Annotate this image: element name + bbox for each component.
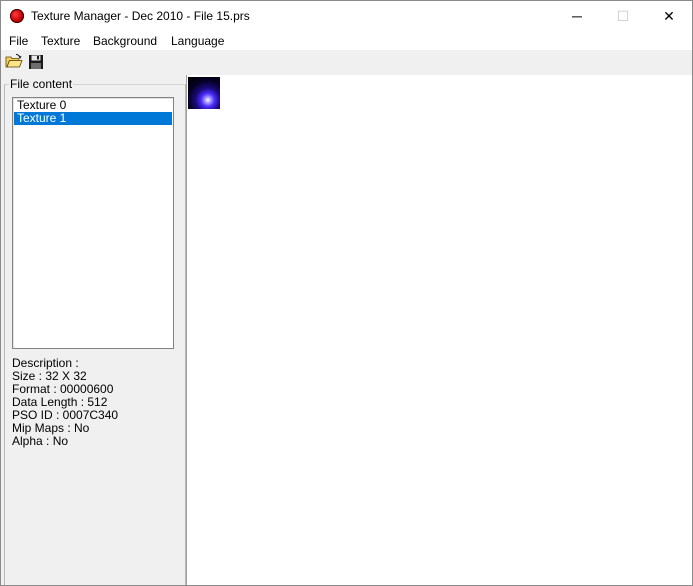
texture-list[interactable]: Texture 0 Texture 1 bbox=[12, 97, 174, 349]
toolbar bbox=[1, 50, 692, 75]
app-window: Texture Manager - Dec 2010 - File 15.prs… bbox=[0, 0, 693, 586]
group-label: File content bbox=[9, 77, 74, 91]
menu-background[interactable]: Background bbox=[93, 34, 157, 48]
save-disk-icon[interactable] bbox=[27, 53, 45, 71]
list-item-texture-1[interactable]: Texture 1 bbox=[14, 112, 172, 125]
title-bar[interactable]: Texture Manager - Dec 2010 - File 15.prs… bbox=[1, 1, 692, 31]
alpha-value: Alpha : No bbox=[12, 434, 69, 448]
close-button[interactable]: ✕ bbox=[646, 1, 692, 31]
menu-bar: File Texture Background Language bbox=[1, 31, 692, 50]
maximize-button[interactable]: ☐ bbox=[600, 1, 646, 31]
menu-texture[interactable]: Texture bbox=[41, 34, 80, 48]
texture-details: Description : Size : 32 X 32 Format : 00… bbox=[12, 357, 118, 448]
menu-file[interactable]: File bbox=[9, 34, 28, 48]
menu-language[interactable]: Language bbox=[171, 34, 224, 48]
open-folder-icon[interactable] bbox=[5, 53, 23, 71]
window-title: Texture Manager - Dec 2010 - File 15.prs bbox=[31, 9, 250, 23]
app-logo-icon[interactable] bbox=[10, 9, 24, 23]
file-content-panel: File content Texture 0 Texture 1 Descrip… bbox=[1, 75, 187, 585]
texture-preview-area[interactable] bbox=[187, 75, 692, 585]
minimize-button[interactable]: ─ bbox=[554, 1, 600, 31]
texture-preview-image bbox=[188, 77, 220, 109]
